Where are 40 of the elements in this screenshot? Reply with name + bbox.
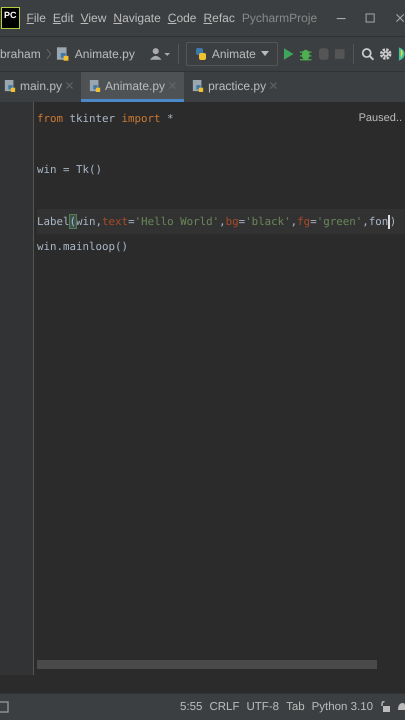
- status-item[interactable]: UTF-8: [246, 701, 280, 713]
- bell-icon[interactable]: [397, 701, 405, 713]
- menu-item[interactable]: Refac: [203, 11, 235, 25]
- file-tab[interactable]: practice.py: [184, 72, 286, 102]
- breadcrumb-item[interactable]: braham: [0, 47, 41, 61]
- status-item[interactable]: 5:55: [180, 701, 202, 713]
- code-line: from tkinter import *: [37, 111, 174, 127]
- maximize-icon[interactable]: [365, 11, 376, 25]
- python-icon: [194, 47, 207, 61]
- run-configuration-dropdown[interactable]: Animate: [186, 42, 278, 66]
- python-file-icon: [192, 78, 204, 92]
- chevron-icon: [46, 47, 52, 61]
- status-item[interactable]: Tab: [286, 701, 305, 713]
- menu-item[interactable]: View: [80, 11, 106, 25]
- search-icon[interactable]: [360, 47, 374, 61]
- python-file-icon: [4, 78, 16, 92]
- caret-icon: [260, 51, 269, 57]
- file-tab[interactable]: Animate.py: [81, 72, 184, 102]
- menu-item[interactable]: Edit: [52, 11, 74, 25]
- run-icon[interactable]: [282, 47, 294, 61]
- window-title: PycharmProje: [242, 11, 318, 25]
- code-line: win.mainloop(): [37, 239, 128, 256]
- status-item[interactable]: CRLF: [209, 701, 240, 713]
- python-file-icon: [56, 46, 70, 62]
- horizontal-scrollbar[interactable]: [37, 660, 377, 669]
- breadcrumb-item[interactable]: Animate.py: [74, 47, 135, 61]
- debugger-status: Paused..: [358, 112, 402, 124]
- code-line: win = Tk(): [37, 162, 102, 178]
- user-icon[interactable]: [150, 47, 171, 61]
- close-icon[interactable]: [394, 11, 405, 25]
- lock-icon[interactable]: [380, 701, 390, 713]
- app-logo: PC: [1, 7, 20, 29]
- menu-item[interactable]: Code: [168, 11, 196, 25]
- python-file-icon: [89, 78, 102, 92]
- menu-item[interactable]: File: [26, 11, 46, 25]
- file-tab[interactable]: main.py: [0, 72, 82, 102]
- menu-item[interactable]: Navigate: [113, 11, 161, 25]
- settings-icon[interactable]: [378, 47, 392, 61]
- panel-toggle-icon[interactable]: [0, 701, 10, 713]
- status-item[interactable]: Python 3.10: [312, 701, 373, 713]
